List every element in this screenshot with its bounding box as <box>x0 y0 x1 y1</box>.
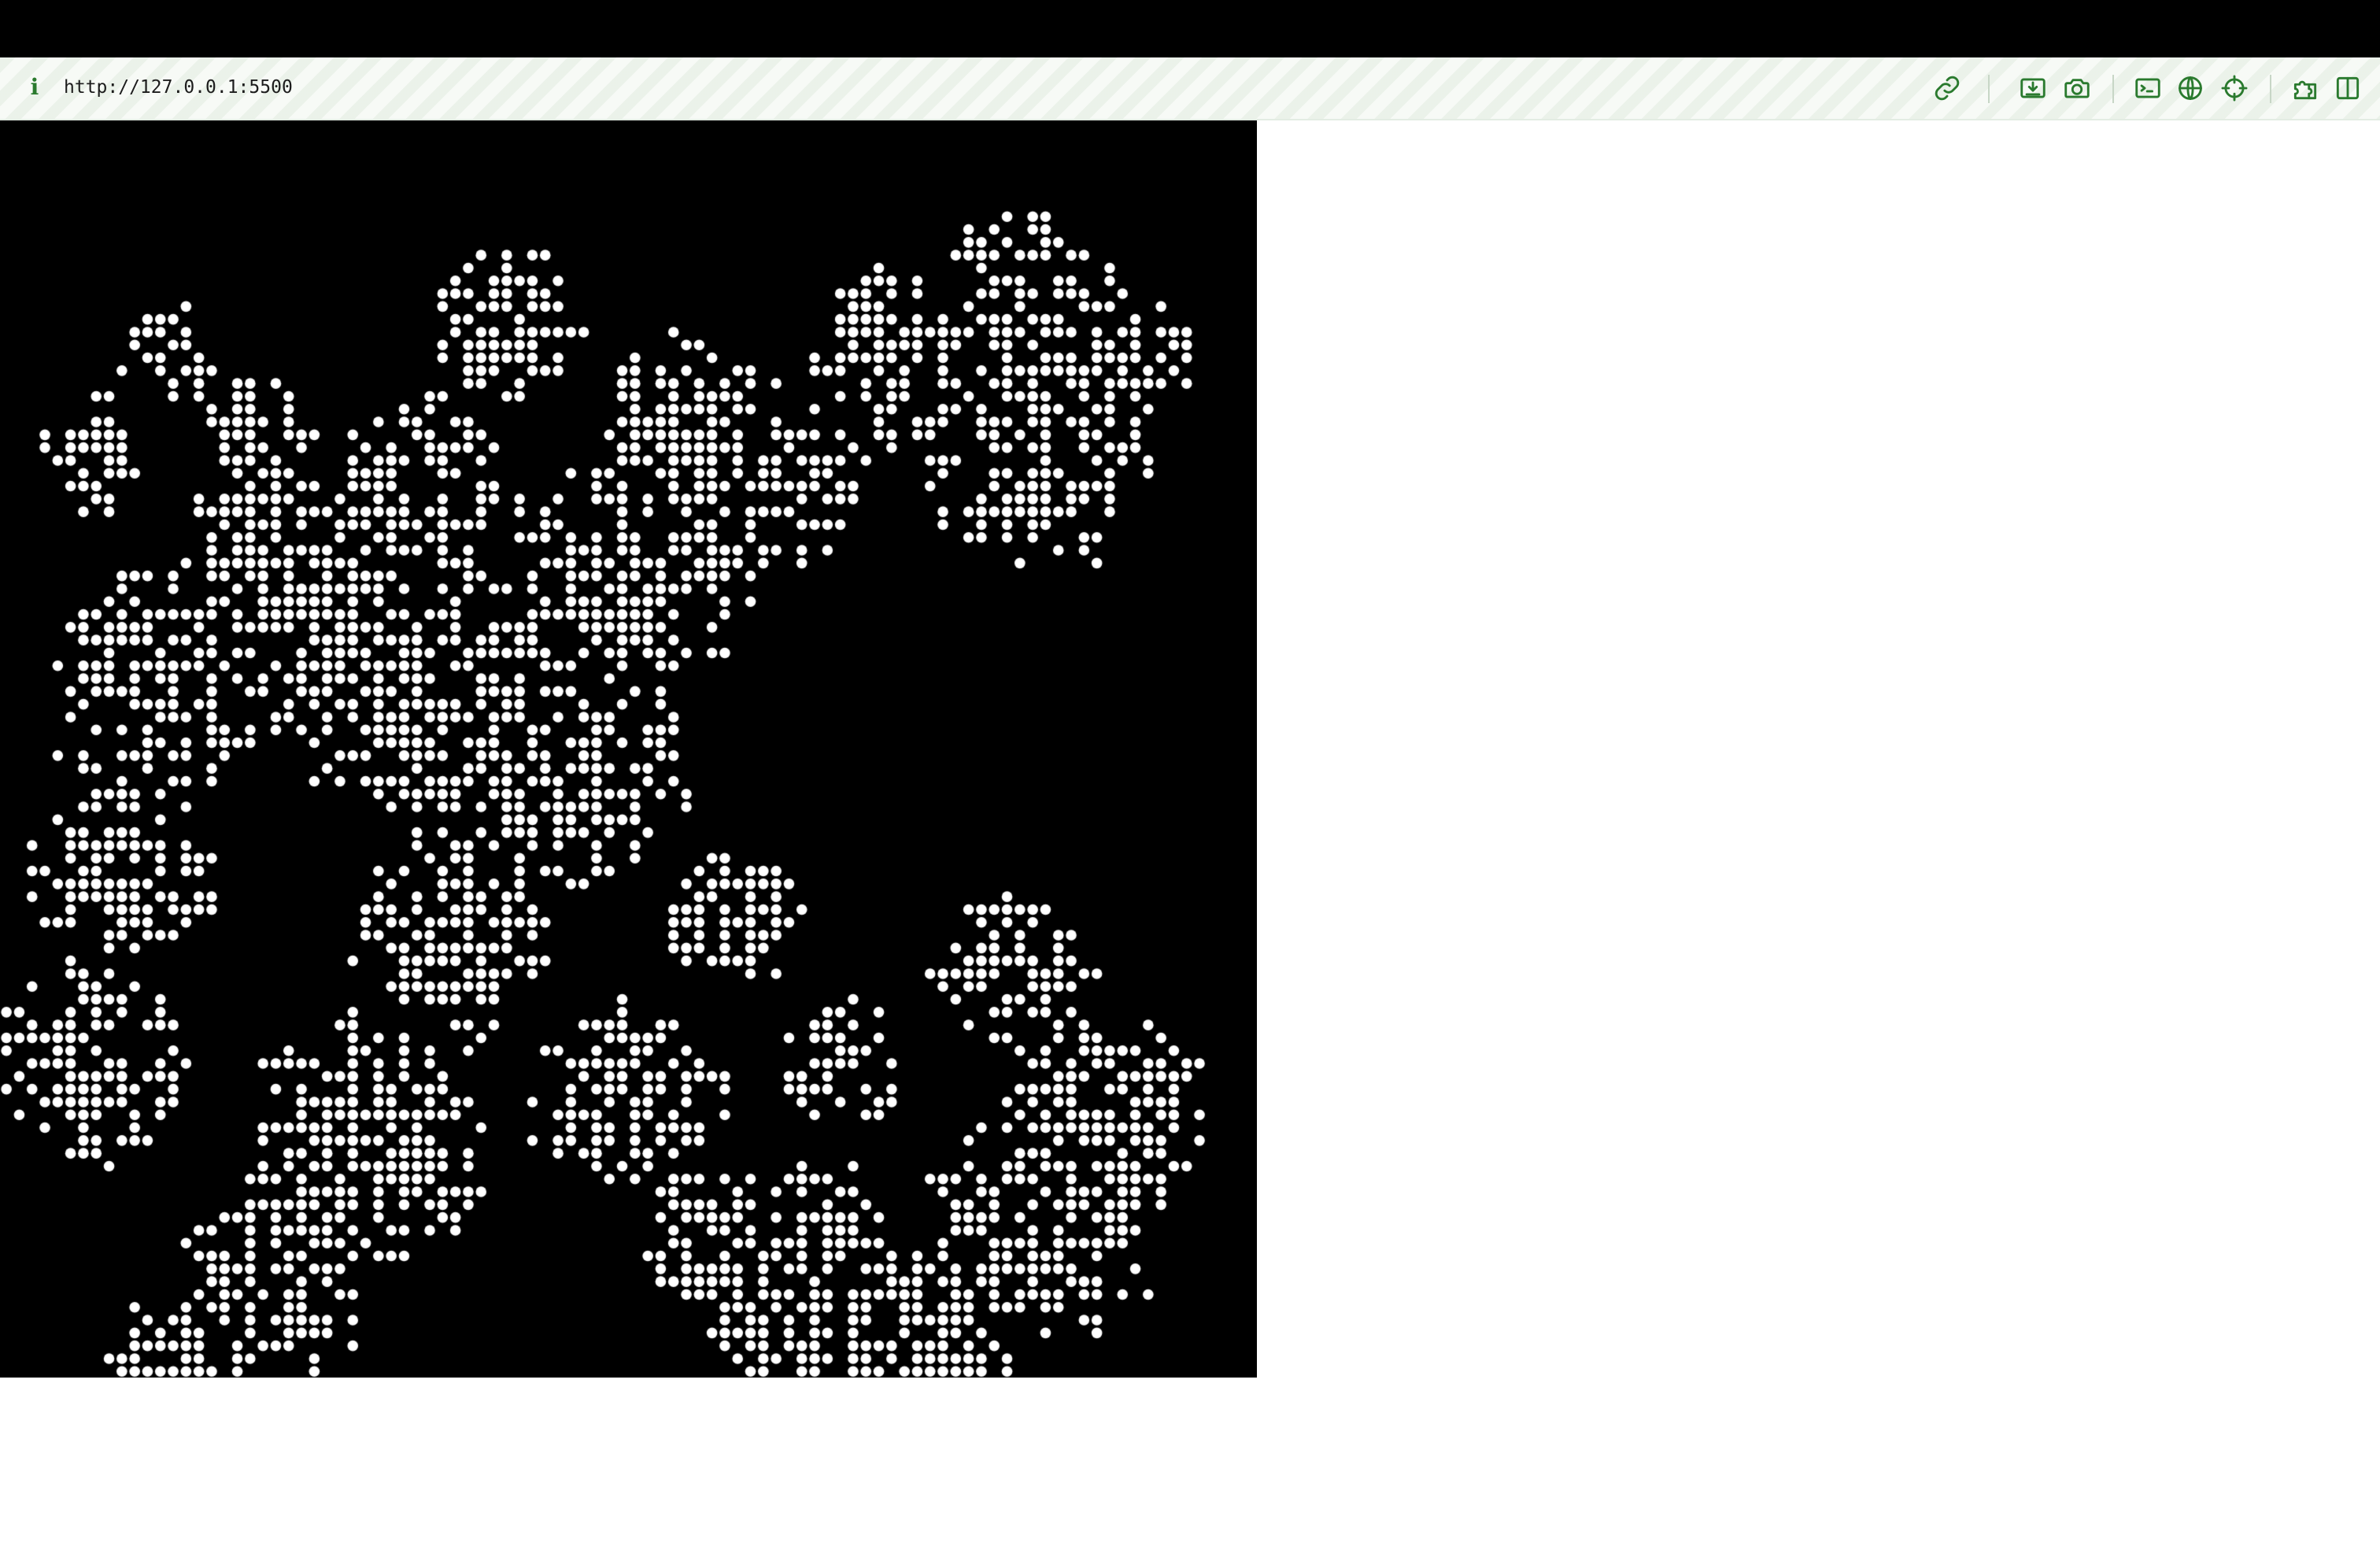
camera-icon[interactable] <box>2062 73 2092 103</box>
top-black-strip <box>0 0 2380 57</box>
cell-grid <box>0 120 1257 1378</box>
toolbar-separator <box>1988 75 1990 103</box>
extensions-icon[interactable] <box>2290 73 2320 103</box>
simulation-canvas[interactable] <box>0 120 1257 1378</box>
toolbar-separator <box>2270 75 2271 103</box>
info-icon[interactable]: i <box>27 72 42 103</box>
globe-icon[interactable] <box>2175 73 2205 103</box>
crosshair-icon[interactable] <box>2219 73 2249 103</box>
split-view-icon[interactable] <box>2333 73 2363 103</box>
address-bar: i http://127.0.0.1:5500 <box>0 57 2380 120</box>
toolbar-separator <box>2112 75 2114 103</box>
terminal-icon[interactable] <box>2133 73 2163 103</box>
save-icon[interactable] <box>2018 73 2048 103</box>
url-text[interactable]: http://127.0.0.1:5500 <box>64 72 293 103</box>
link-icon[interactable] <box>1932 73 1962 103</box>
